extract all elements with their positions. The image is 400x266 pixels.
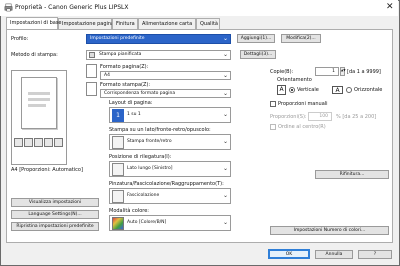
binding-value: Lato lungo [Sinistro] (127, 166, 173, 171)
orientation-label: Orientamento (277, 77, 312, 83)
page-size-icon (86, 64, 97, 78)
add-profile-button[interactable]: Aggiungi(1)... (237, 34, 275, 43)
print-icon (89, 52, 95, 58)
finishing-details-button[interactable]: Rifinitura... (315, 170, 389, 179)
profile-label: Profilo: (11, 36, 29, 42)
output-size-dropdown[interactable]: Corrispondenza formato pagina ⌄ (100, 89, 231, 98)
preview-line (28, 98, 50, 101)
landscape-radio[interactable] (346, 87, 352, 93)
preview-tool-icon[interactable] (14, 138, 23, 147)
binding-dropdown[interactable]: Lato lungo [Sinistro] ⌄ (109, 161, 231, 177)
scaling-input[interactable]: 100 (308, 112, 332, 121)
profile-dropdown[interactable]: Impostazioni predefinite ⌄ (86, 34, 231, 44)
center-border-checkbox[interactable] (270, 124, 276, 130)
tab-page-setup[interactable]: Impostazione pagina (58, 18, 114, 29)
preview-toolbar (14, 138, 66, 150)
layout-dropdown[interactable]: 1 1 su 1 ⌄ (109, 107, 231, 123)
landscape-label: Orizzontale (354, 87, 383, 93)
preview-line (28, 92, 50, 95)
copies-range: [da 1 a 9999] (347, 69, 381, 75)
portrait-label: Verticale (297, 87, 319, 93)
chevron-down-icon: ⌄ (222, 192, 228, 199)
staple-value: Fascicolazione (127, 193, 160, 198)
help-button[interactable]: ? (358, 250, 392, 259)
printer-icon (4, 3, 13, 12)
tab-finishing[interactable]: Finitura (112, 18, 138, 29)
collate-icon (112, 190, 124, 203)
portrait-icon: A (277, 85, 286, 95)
preview-page (21, 77, 57, 129)
staple-dropdown[interactable]: Fascicolazione ⌄ (109, 188, 231, 204)
output-method-label: Metodo di stampa: (11, 52, 58, 58)
tab-paper-source[interactable]: Alimentazione carta (138, 18, 196, 29)
color-mode-dropdown[interactable]: Auto [Colore/B/N] ⌄ (109, 215, 231, 231)
language-settings-button[interactable]: Language Settings(N)... (11, 210, 99, 219)
edit-profile-button[interactable]: Modifica(2)... (281, 34, 321, 43)
binding-label: Posizione di rilegatura(I): (109, 154, 172, 160)
manual-scaling-checkbox[interactable] (270, 101, 276, 107)
details-button[interactable]: Dettagli(3)... (240, 50, 276, 59)
copies-label: Copie(B): (270, 69, 294, 75)
preview-tool-icon[interactable] (34, 138, 43, 147)
preview-tool-icon[interactable] (44, 138, 53, 147)
copies-input[interactable]: 1 (315, 67, 339, 76)
tab-basic-settings[interactable]: Impostazioni di base (6, 17, 62, 29)
scaling-label: Proporzioni(S): (270, 114, 307, 120)
duplex-dropdown[interactable]: Stampa fronte/retro ⌄ (109, 134, 231, 150)
color-icon (112, 217, 124, 230)
profile-value: Impostazioni predefinite (90, 36, 145, 41)
color-mode-label: Modalità colore: (109, 208, 149, 214)
chevron-down-icon: ⌄ (222, 90, 228, 97)
layout-value: 1 su 1 (127, 112, 141, 117)
tab-quality[interactable]: Qualità (196, 18, 220, 29)
duplex-value: Stampa fronte/retro (127, 139, 172, 144)
chevron-down-icon: ⌄ (222, 219, 228, 226)
chevron-down-icon: ⌄ (222, 51, 228, 58)
page-size-dropdown[interactable]: A4 ⌄ (100, 71, 231, 80)
portrait-radio[interactable] (289, 87, 295, 93)
scaling-range: % [da 25 a 200] (336, 114, 377, 120)
preview-line (28, 104, 46, 107)
duplex-label: Stampa su un lato/fronte-retro/opuscolo: (109, 127, 211, 133)
preview-tool-icon[interactable] (54, 138, 63, 147)
manual-scaling-label: Proporzioni manuali (278, 101, 328, 107)
landscape-icon: A (332, 86, 343, 94)
copies-value: 1 (332, 69, 335, 74)
binding-icon (112, 163, 124, 176)
close-icon[interactable]: ✕ (386, 2, 394, 12)
preview-tool-icon[interactable] (24, 138, 33, 147)
center-border-label: Ordine al centro(R) (278, 124, 326, 130)
chevron-down-icon: ⌄ (222, 111, 228, 118)
duplex-icon (112, 136, 124, 149)
staple-label: Pinzatura/Fascicolazione/Raggruppamento(… (109, 181, 224, 187)
output-size-icon (86, 82, 97, 96)
layout-icon: 1 (112, 109, 124, 122)
output-method-dropdown[interactable]: Stampa pianificata ⌄ (86, 50, 231, 60)
color-settings-button[interactable]: Impostazioni Numero di colori... (270, 226, 389, 235)
page-preview (11, 70, 67, 165)
chevron-down-icon: ⌄ (222, 165, 228, 172)
page-size-label: Formato pagina(Z): (100, 64, 149, 70)
cancel-button[interactable]: Annulla (315, 250, 353, 259)
preview-caption: A4 [Proporzioni: Automatico] (11, 167, 83, 173)
restore-defaults-button[interactable]: Ripristina impostazioni predefinite (11, 222, 99, 231)
ok-button[interactable]: OK (268, 249, 310, 259)
color-mode-value: Auto [Colore/B/N] (127, 220, 167, 225)
scaling-value: 100 (319, 114, 328, 119)
page-size-value: A4 (104, 73, 110, 78)
window-title: Proprietà - Canon Generic Plus LIPSLX (15, 4, 129, 11)
output-size-value: Corrispondenza formato pagina (104, 91, 176, 96)
copies-spinner[interactable]: ▲▼ (340, 67, 346, 76)
output-method-value: Stampa pianificata (99, 52, 142, 57)
output-size-label: Formato stampa(Z): (100, 82, 151, 88)
layout-label: Layout di pagina: (109, 100, 153, 106)
view-settings-button[interactable]: Visualizza impostazioni (11, 198, 99, 207)
chevron-down-icon: ⌄ (222, 138, 228, 145)
chevron-down-icon: ⌄ (222, 72, 228, 79)
chevron-down-icon: ⌄ (222, 35, 228, 42)
